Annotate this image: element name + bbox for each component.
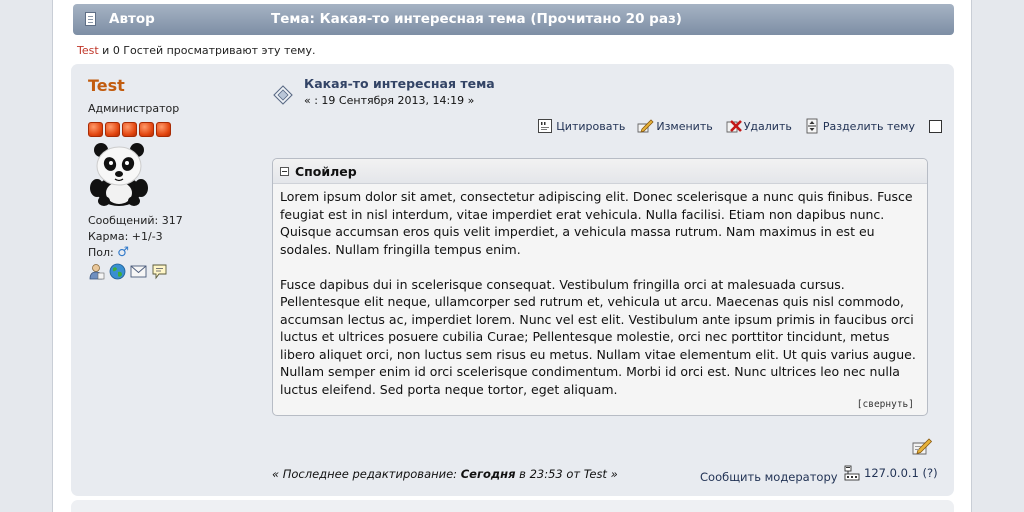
poster-name[interactable]: Test: [88, 76, 258, 95]
topic-title: Тема: Какая-то интересная тема (Прочитан…: [271, 11, 682, 27]
spoiler-block: Спойлер Lorem ipsum dolor sit amet, cons…: [272, 158, 928, 416]
delete-button[interactable]: Удалить: [725, 118, 792, 134]
rank-stars: [88, 122, 258, 137]
split-topic-button[interactable]: Разделить тему: [804, 118, 915, 134]
select-post-checkbox[interactable]: [929, 119, 942, 133]
post-message-icon: [272, 84, 294, 106]
ip-info: 127.0.0.1 (?): [844, 465, 938, 481]
collapse-spoiler-link[interactable]: [свернуть]: [857, 399, 914, 410]
post-subject-link[interactable]: Какая-то интересная тема: [304, 76, 495, 91]
poster-info: Test Администратор Сообщений: 317 Карма:…: [88, 76, 258, 280]
profile-icon[interactable]: [88, 263, 105, 280]
spoiler-header[interactable]: Спойлер: [273, 159, 927, 184]
split-icon: [804, 118, 820, 134]
ip-icon: [844, 465, 860, 481]
post-container: Test Администратор Сообщений: 317 Карма:…: [71, 64, 954, 496]
poster-post-count: Сообщений: 317: [88, 214, 183, 227]
avatar: [88, 141, 150, 207]
split-topic-label: Разделить тему: [822, 119, 915, 133]
spoiler-paragraph: Lorem ipsum dolor sit amet, consectetur …: [280, 189, 913, 257]
topic-header-bar: Автор Тема: Какая-то интересная тема (Пр…: [73, 4, 954, 35]
modify-icon: [637, 118, 654, 134]
spoiler-content: Lorem ipsum dolor sit amet, consectetur …: [273, 184, 927, 398]
last-edit-suffix: в 23:53 от Test »: [515, 467, 618, 481]
delete-icon: [725, 118, 742, 134]
next-post-container: [71, 500, 954, 512]
email-icon[interactable]: [130, 263, 147, 280]
star-icon: [139, 122, 154, 137]
viewers-line: Test и 0 Гостей просматривают эту тему.: [77, 44, 315, 57]
poster-icons: [88, 263, 258, 280]
quote-icon: [537, 118, 553, 134]
last-edit-info: « Последнее редактирование: Сегодня в 23…: [272, 467, 618, 481]
modify-button[interactable]: Изменить: [637, 118, 713, 134]
male-icon: ♂: [117, 245, 129, 260]
star-icon: [122, 122, 137, 137]
quote-button[interactable]: Цитировать: [537, 118, 625, 134]
star-icon: [105, 122, 120, 137]
viewers-text: и 0 Гостей просматривают эту тему.: [98, 44, 316, 57]
post-actions: Цитировать Изменить Удалить Разделить те…: [525, 118, 942, 134]
report-to-moderator-link[interactable]: Сообщить модератору: [700, 470, 838, 484]
delete-label: Удалить: [743, 119, 792, 133]
last-edit-when: Сегодня: [460, 467, 516, 481]
spoiler-title: Спойлер: [295, 163, 357, 179]
last-edit-prefix: « Последнее редактирование:: [272, 467, 461, 481]
pm-icon[interactable]: [151, 263, 168, 280]
panda-avatar-icon: [90, 143, 148, 206]
star-icon: [88, 122, 103, 137]
poster-karma: Карма: +1/-3: [88, 230, 163, 243]
spoiler-paragraph: Fusce dapibus dui in scelerisque consequ…: [280, 276, 916, 397]
forum-page: Автор Тема: Какая-то интересная тема (Пр…: [52, 0, 972, 512]
author-column-label: Автор: [109, 11, 155, 27]
gender-label: Пол:: [88, 246, 114, 259]
quick-modify-icon[interactable]: [912, 436, 934, 456]
poster-gender: Пол: ♂: [88, 245, 258, 261]
star-icon: [156, 122, 171, 137]
viewer-user-link[interactable]: Test: [77, 44, 99, 57]
quote-label: Цитировать: [556, 119, 626, 133]
ip-address-link[interactable]: 127.0.0.1 (?): [864, 466, 938, 480]
modify-label: Изменить: [656, 119, 713, 133]
website-icon[interactable]: [109, 263, 126, 280]
topic-document-icon: [85, 12, 96, 26]
post-date: « : 19 Сентября 2013, 14:19 »: [304, 94, 475, 107]
poster-group: Администратор: [88, 102, 180, 115]
collapse-minus-icon[interactable]: [280, 166, 289, 176]
